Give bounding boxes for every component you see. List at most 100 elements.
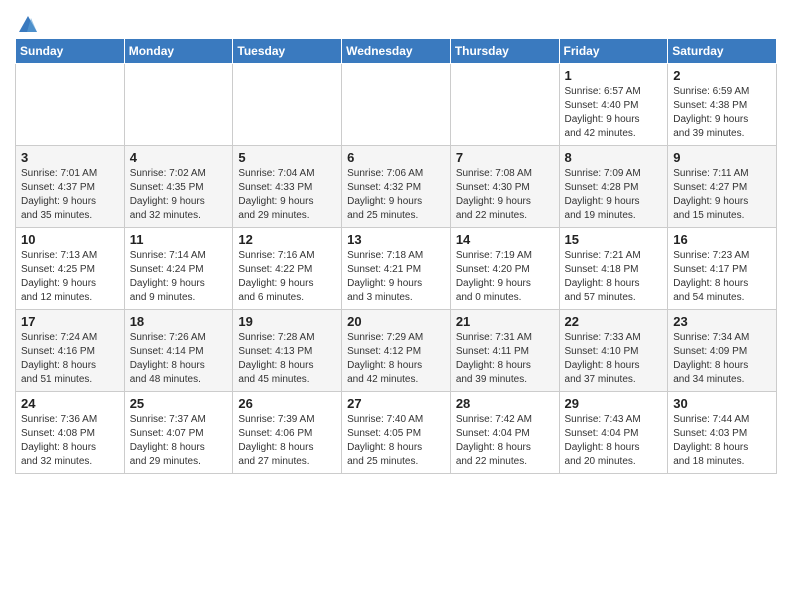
week-row-4: 17 Sunrise: 7:24 AM Sunset: 4:16 PM Dayli… <box>16 310 777 392</box>
day-number: 11 <box>130 232 228 247</box>
calendar-cell: 11 Sunrise: 7:14 AM Sunset: 4:24 PM Dayli… <box>124 228 233 310</box>
calendar-cell: 18 Sunrise: 7:26 AM Sunset: 4:14 PM Dayli… <box>124 310 233 392</box>
day-number: 20 <box>347 314 445 329</box>
day-number: 8 <box>565 150 663 165</box>
day-info: Sunrise: 7:31 AM Sunset: 4:11 PM Dayligh… <box>456 331 554 387</box>
day-info: Sunrise: 7:34 AM Sunset: 4:09 PM Dayligh… <box>673 331 771 387</box>
day-info: Sunrise: 7:29 AM Sunset: 4:12 PM Dayligh… <box>347 331 445 387</box>
day-info: Sunrise: 7:44 AM Sunset: 4:03 PM Dayligh… <box>673 413 771 469</box>
day-info: Sunrise: 6:59 AM Sunset: 4:38 PM Dayligh… <box>673 85 771 141</box>
day-number: 30 <box>673 396 771 411</box>
calendar-cell <box>342 64 451 146</box>
logo-icon <box>17 14 39 36</box>
day-info: Sunrise: 7:06 AM Sunset: 4:32 PM Dayligh… <box>347 167 445 223</box>
day-number: 12 <box>238 232 336 247</box>
weekday-header-wednesday: Wednesday <box>342 39 451 64</box>
day-info: Sunrise: 7:40 AM Sunset: 4:05 PM Dayligh… <box>347 413 445 469</box>
day-info: Sunrise: 7:13 AM Sunset: 4:25 PM Dayligh… <box>21 249 119 305</box>
weekday-header-row: SundayMondayTuesdayWednesdayThursdayFrid… <box>16 39 777 64</box>
calendar-cell: 3 Sunrise: 7:01 AM Sunset: 4:37 PM Daylig… <box>16 146 125 228</box>
day-info: Sunrise: 7:28 AM Sunset: 4:13 PM Dayligh… <box>238 331 336 387</box>
calendar-cell: 5 Sunrise: 7:04 AM Sunset: 4:33 PM Daylig… <box>233 146 342 228</box>
logo <box>15 14 39 32</box>
day-number: 3 <box>21 150 119 165</box>
day-info: Sunrise: 7:04 AM Sunset: 4:33 PM Dayligh… <box>238 167 336 223</box>
calendar-cell: 28Sunrise: 7:42 AM Sunset: 4:04 PM Dayli… <box>450 392 559 474</box>
day-number: 16 <box>673 232 771 247</box>
day-number: 4 <box>130 150 228 165</box>
calendar-cell: 20 Sunrise: 7:29 AM Sunset: 4:12 PM Dayli… <box>342 310 451 392</box>
day-number: 21 <box>456 314 554 329</box>
weekday-header-thursday: Thursday <box>450 39 559 64</box>
calendar-cell: 12 Sunrise: 7:16 AM Sunset: 4:22 PM Dayli… <box>233 228 342 310</box>
day-info: Sunrise: 7:02 AM Sunset: 4:35 PM Dayligh… <box>130 167 228 223</box>
calendar-table: SundayMondayTuesdayWednesdayThursdayFrid… <box>15 38 777 474</box>
day-info: Sunrise: 7:42 AM Sunset: 4:04 PM Dayligh… <box>456 413 554 469</box>
calendar-cell: 19Sunrise: 7:28 AM Sunset: 4:13 PM Dayli… <box>233 310 342 392</box>
calendar-cell: 1 Sunrise: 6:57 AM Sunset: 4:40 PM Daylig… <box>559 64 668 146</box>
day-info: Sunrise: 7:01 AM Sunset: 4:37 PM Dayligh… <box>21 167 119 223</box>
calendar-cell: 10 Sunrise: 7:13 AM Sunset: 4:25 PM Dayli… <box>16 228 125 310</box>
weekday-header-saturday: Saturday <box>668 39 777 64</box>
day-number: 6 <box>347 150 445 165</box>
day-info: Sunrise: 7:19 AM Sunset: 4:20 PM Dayligh… <box>456 249 554 305</box>
weekday-header-sunday: Sunday <box>16 39 125 64</box>
calendar-cell: 21 Sunrise: 7:31 AM Sunset: 4:11 PM Dayli… <box>450 310 559 392</box>
day-number: 10 <box>21 232 119 247</box>
weekday-header-friday: Friday <box>559 39 668 64</box>
week-row-5: 24Sunrise: 7:36 AM Sunset: 4:08 PM Dayli… <box>16 392 777 474</box>
day-number: 2 <box>673 68 771 83</box>
day-info: Sunrise: 6:57 AM Sunset: 4:40 PM Dayligh… <box>565 85 663 141</box>
calendar-cell: 8 Sunrise: 7:09 AM Sunset: 4:28 PM Daylig… <box>559 146 668 228</box>
day-number: 29 <box>565 396 663 411</box>
weekday-header-tuesday: Tuesday <box>233 39 342 64</box>
day-info: Sunrise: 7:39 AM Sunset: 4:06 PM Dayligh… <box>238 413 336 469</box>
day-number: 5 <box>238 150 336 165</box>
day-info: Sunrise: 7:24 AM Sunset: 4:16 PM Dayligh… <box>21 331 119 387</box>
calendar-cell: 4 Sunrise: 7:02 AM Sunset: 4:35 PM Daylig… <box>124 146 233 228</box>
calendar-cell <box>16 64 125 146</box>
day-info: Sunrise: 7:18 AM Sunset: 4:21 PM Dayligh… <box>347 249 445 305</box>
day-info: Sunrise: 7:08 AM Sunset: 4:30 PM Dayligh… <box>456 167 554 223</box>
day-info: Sunrise: 7:11 AM Sunset: 4:27 PM Dayligh… <box>673 167 771 223</box>
calendar-cell: 22 Sunrise: 7:33 AM Sunset: 4:10 PM Dayli… <box>559 310 668 392</box>
day-number: 17 <box>21 314 119 329</box>
calendar-cell: 17 Sunrise: 7:24 AM Sunset: 4:16 PM Dayli… <box>16 310 125 392</box>
day-info: Sunrise: 7:14 AM Sunset: 4:24 PM Dayligh… <box>130 249 228 305</box>
calendar-cell: 14 Sunrise: 7:19 AM Sunset: 4:20 PM Dayli… <box>450 228 559 310</box>
day-info: Sunrise: 7:43 AM Sunset: 4:04 PM Dayligh… <box>565 413 663 469</box>
page: SundayMondayTuesdayWednesdayThursdayFrid… <box>0 0 792 484</box>
calendar-cell: 16 Sunrise: 7:23 AM Sunset: 4:17 PM Dayli… <box>668 228 777 310</box>
calendar-cell: 25Sunrise: 7:37 AM Sunset: 4:07 PM Dayli… <box>124 392 233 474</box>
day-info: Sunrise: 7:33 AM Sunset: 4:10 PM Dayligh… <box>565 331 663 387</box>
day-number: 7 <box>456 150 554 165</box>
week-row-3: 10 Sunrise: 7:13 AM Sunset: 4:25 PM Dayli… <box>16 228 777 310</box>
calendar-cell: 24Sunrise: 7:36 AM Sunset: 4:08 PM Dayli… <box>16 392 125 474</box>
day-number: 24 <box>21 396 119 411</box>
calendar-cell: 29 Sunrise: 7:43 AM Sunset: 4:04 PM Dayli… <box>559 392 668 474</box>
day-number: 13 <box>347 232 445 247</box>
day-number: 18 <box>130 314 228 329</box>
calendar-cell: 15Sunrise: 7:21 AM Sunset: 4:18 PM Dayli… <box>559 228 668 310</box>
calendar-cell <box>233 64 342 146</box>
day-number: 14 <box>456 232 554 247</box>
day-info: Sunrise: 7:37 AM Sunset: 4:07 PM Dayligh… <box>130 413 228 469</box>
day-info: Sunrise: 7:16 AM Sunset: 4:22 PM Dayligh… <box>238 249 336 305</box>
day-number: 1 <box>565 68 663 83</box>
calendar-cell: 27 Sunrise: 7:40 AM Sunset: 4:05 PM Dayli… <box>342 392 451 474</box>
calendar-cell: 7 Sunrise: 7:08 AM Sunset: 4:30 PM Daylig… <box>450 146 559 228</box>
day-number: 27 <box>347 396 445 411</box>
day-info: Sunrise: 7:23 AM Sunset: 4:17 PM Dayligh… <box>673 249 771 305</box>
calendar-cell: 6 Sunrise: 7:06 AM Sunset: 4:32 PM Daylig… <box>342 146 451 228</box>
header <box>15 10 777 32</box>
day-info: Sunrise: 7:26 AM Sunset: 4:14 PM Dayligh… <box>130 331 228 387</box>
day-number: 9 <box>673 150 771 165</box>
day-number: 15 <box>565 232 663 247</box>
day-number: 22 <box>565 314 663 329</box>
day-info: Sunrise: 7:09 AM Sunset: 4:28 PM Dayligh… <box>565 167 663 223</box>
calendar-cell: 9 Sunrise: 7:11 AM Sunset: 4:27 PM Daylig… <box>668 146 777 228</box>
calendar-cell: 13 Sunrise: 7:18 AM Sunset: 4:21 PM Dayli… <box>342 228 451 310</box>
weekday-header-monday: Monday <box>124 39 233 64</box>
calendar-cell: 23Sunrise: 7:34 AM Sunset: 4:09 PM Dayli… <box>668 310 777 392</box>
calendar-cell <box>450 64 559 146</box>
